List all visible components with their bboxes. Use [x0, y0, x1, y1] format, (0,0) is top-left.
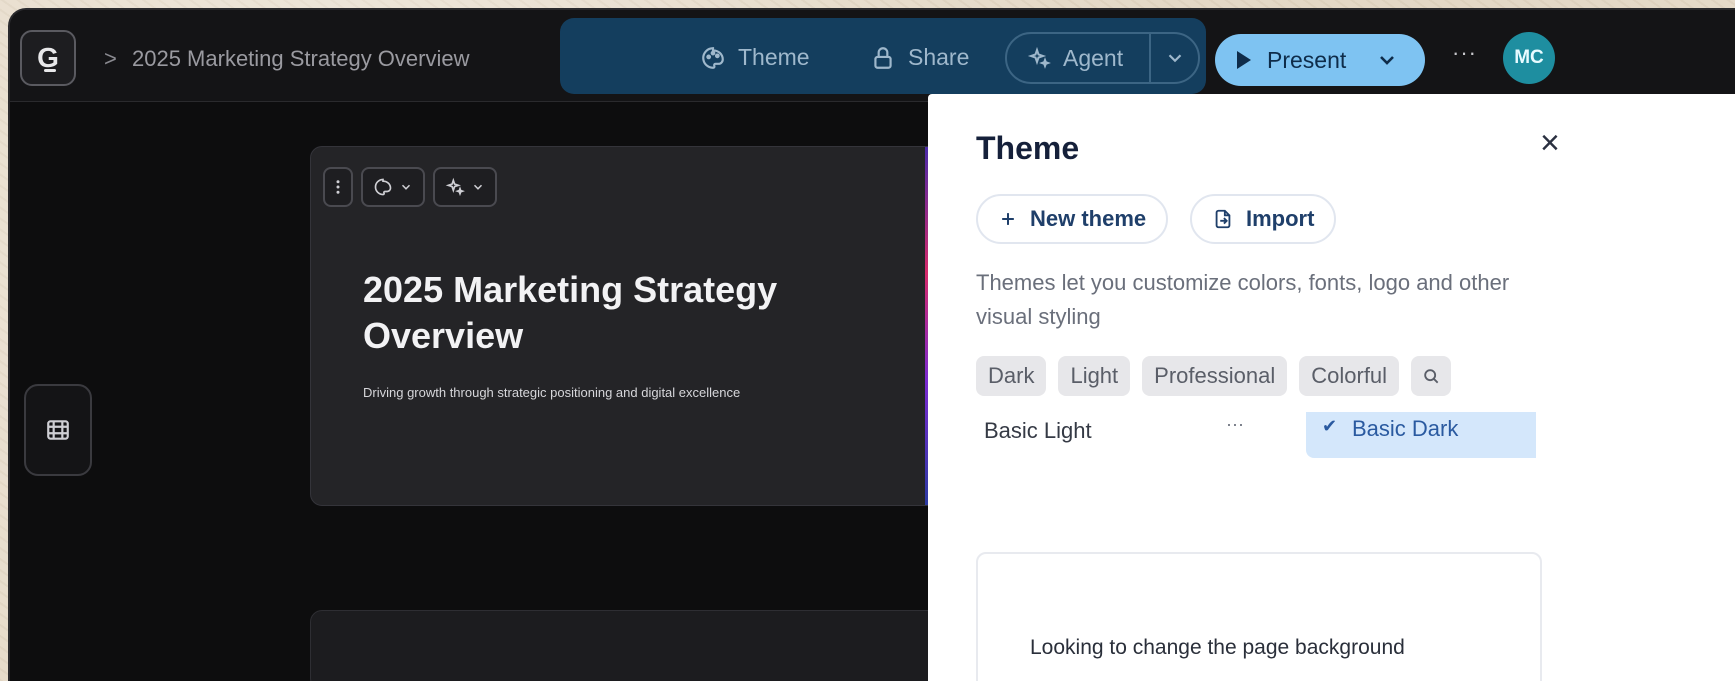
search-button[interactable]	[1411, 356, 1452, 396]
theme-item-basic-dark[interactable]: ✔ Basic Dark ···	[1306, 412, 1536, 458]
theme-item-basic-light[interactable]: Basic Light	[984, 418, 1092, 444]
sparkle-icon	[1027, 46, 1051, 69]
agent-button-group: Agent	[1005, 32, 1200, 84]
play-icon	[1237, 51, 1251, 69]
app-logo-button[interactable]: G	[20, 30, 76, 86]
share-button[interactable]: Share	[870, 44, 969, 71]
theme-filters: Dark Light Professional Colorful	[976, 356, 1452, 396]
slide-subtitle[interactable]: Driving growth through strategic positio…	[363, 385, 740, 400]
slide-title[interactable]: 2025 Marketing Strategy Overview	[363, 267, 883, 359]
share-button-label: Share	[908, 44, 970, 70]
chevron-down-icon	[1168, 54, 1181, 63]
agent-button[interactable]: Agent	[1007, 45, 1149, 72]
new-theme-label: New theme	[1030, 206, 1147, 231]
slide-card[interactable]: 2025 Marketing Strategy Overview Driving…	[310, 146, 950, 506]
filmstrip-icon	[47, 420, 69, 440]
check-icon: ✔	[1322, 416, 1338, 436]
chevron-down-icon	[401, 184, 411, 190]
filter-chip-light[interactable]: Light	[1058, 356, 1131, 396]
new-theme-button[interactable]: New theme	[976, 194, 1169, 244]
top-bar: G > 2025 Marketing Strategy Overview The…	[10, 10, 1735, 102]
import-label: Import	[1246, 206, 1315, 231]
slide-toolbar	[323, 167, 497, 207]
info-card: Looking to change the page background	[976, 552, 1542, 681]
filter-chip-dark[interactable]: Dark	[976, 356, 1047, 396]
panel-description: Themes let you customize colors, fonts, …	[976, 270, 1510, 329]
import-button[interactable]: Import	[1190, 194, 1337, 244]
document-title[interactable]: 2025 Marketing Strategy Overview	[132, 46, 470, 72]
sparkle-icon	[445, 177, 465, 197]
theme-item-more-button[interactable]: ···	[1226, 414, 1244, 435]
filmstrip-toggle-button[interactable]	[24, 384, 92, 476]
theme-button[interactable]: Theme	[700, 44, 810, 71]
next-slide-card[interactable]	[310, 610, 950, 681]
user-avatar[interactable]: MC	[1503, 32, 1555, 84]
vertical-dots-icon	[336, 180, 340, 194]
slide-ai-button[interactable]	[433, 167, 497, 207]
info-text: Looking to change the page background	[1030, 636, 1405, 659]
panel-title: Theme	[976, 130, 1080, 166]
more-options-button[interactable]: ···	[1452, 40, 1477, 66]
slide-style-button[interactable]	[361, 167, 425, 207]
theme-list: Basic Light ··· ✔ Basic Dark ···	[976, 412, 1536, 458]
app-window: G > 2025 Marketing Strategy Overview The…	[8, 8, 1735, 681]
slide-menu-button[interactable]	[323, 167, 353, 207]
agent-button-label: Agent	[1063, 44, 1124, 71]
theme-panel: Theme × New theme Import Themes let you …	[928, 94, 1735, 681]
present-button[interactable]: Present	[1215, 34, 1425, 86]
filter-chip-professional[interactable]: Professional	[1142, 356, 1288, 396]
theme-item-label: Basic Dark	[1352, 416, 1459, 441]
theme-button-label: Theme	[738, 44, 810, 70]
lock-icon	[874, 46, 892, 69]
breadcrumb-separator: >	[104, 46, 117, 71]
chevron-down-icon	[473, 184, 483, 190]
plus-icon	[1002, 213, 1014, 225]
import-file-icon	[1215, 209, 1231, 229]
palette-icon	[702, 46, 724, 69]
agent-dropdown-button[interactable]	[1151, 47, 1198, 69]
close-icon[interactable]: ×	[1540, 124, 1560, 163]
palette-icon	[374, 178, 392, 196]
search-icon	[1424, 369, 1439, 384]
filter-chip-colorful[interactable]: Colorful	[1299, 356, 1400, 396]
chevron-down-icon[interactable]	[1375, 48, 1399, 72]
present-button-label: Present	[1267, 46, 1347, 73]
